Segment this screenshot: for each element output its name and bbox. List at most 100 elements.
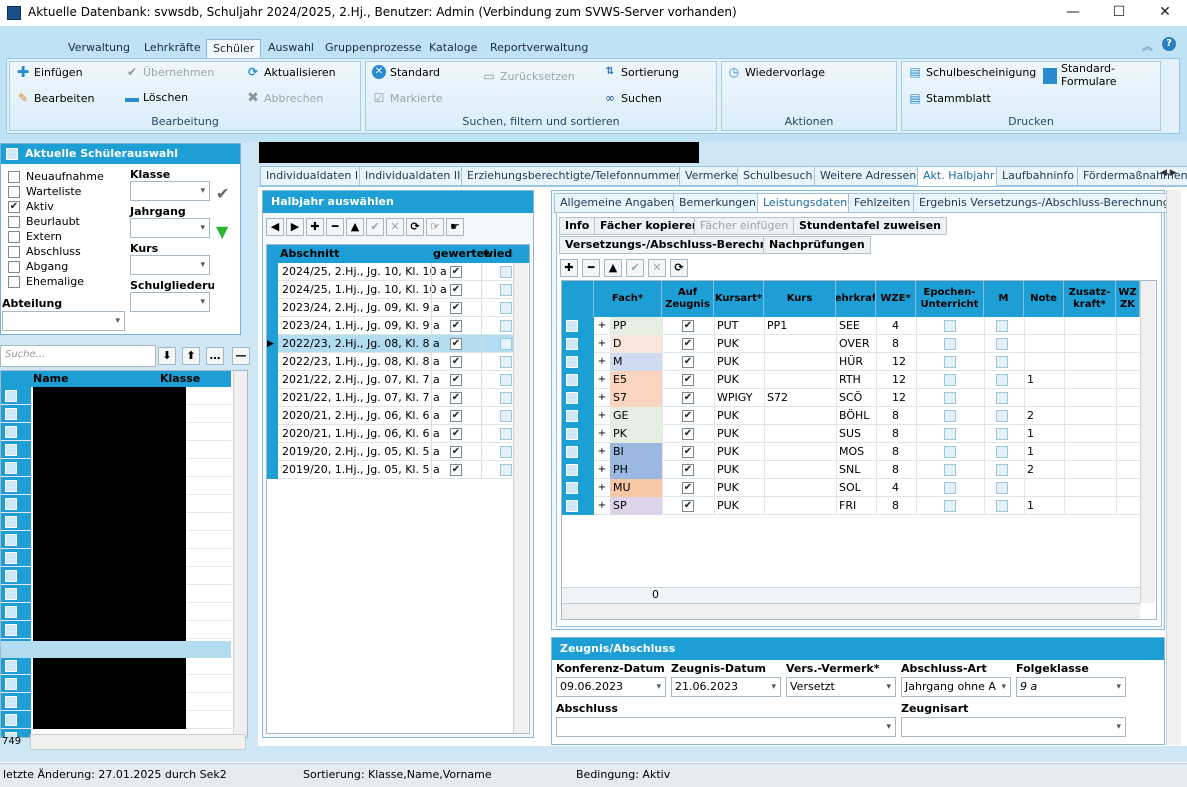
m-checkbox[interactable] — [996, 374, 1008, 386]
subtab-bemerkungen[interactable]: Bemerkungen — [673, 193, 763, 213]
gewertet-checkbox[interactable] — [450, 266, 462, 278]
plus-icon[interactable]: ✚ — [560, 259, 578, 277]
col-name[interactable]: Name — [33, 372, 69, 385]
checkbox[interactable] — [8, 200, 20, 213]
wiederholt-checkbox[interactable] — [500, 374, 512, 386]
lehrkraft-cell[interactable]: FRI — [839, 499, 856, 512]
note-cell[interactable]: 1 — [1027, 499, 1034, 512]
table-row[interactable]: 2024/25, 1.Hj., Jg. 10, Kl. 10 a — [267, 281, 513, 299]
wiedervorlage-button[interactable]: ◷ Wiedervorlage — [727, 65, 825, 79]
checkbox[interactable] — [8, 260, 20, 273]
wiederholt-checkbox[interactable] — [500, 356, 512, 368]
m-checkbox[interactable] — [996, 464, 1008, 476]
wiederholt-checkbox[interactable] — [500, 320, 512, 332]
table-row[interactable]: 2019/20, 1.Hj., Jg. 05, Kl. 5 a — [267, 461, 513, 479]
up-icon[interactable]: ▲ — [604, 259, 622, 277]
epochen-checkbox[interactable] — [944, 392, 956, 404]
checkbox[interactable] — [8, 185, 20, 198]
gewertet-checkbox[interactable] — [450, 464, 462, 476]
up-icon[interactable]: ▲ — [346, 218, 364, 236]
table-row[interactable]: +GE PUK BÖHL 8 2 — [562, 407, 1140, 425]
zeugnis-checkbox[interactable] — [682, 500, 694, 512]
col-fach[interactable]: Fach* — [594, 281, 662, 317]
status-warteliste[interactable]: Warteliste — [8, 185, 81, 198]
col-selector[interactable] — [562, 281, 594, 317]
bearbeiten-button[interactable]: ✎ Bearbeiten — [16, 91, 94, 105]
gewertet-checkbox[interactable] — [450, 284, 462, 296]
col-epochen[interactable]: Epochen- Unterricht — [916, 281, 984, 317]
expand-icon[interactable]: + — [595, 461, 609, 479]
expand-icon[interactable]: + — [595, 335, 609, 353]
m-checkbox[interactable] — [996, 500, 1008, 512]
table-row[interactable]: 2019/20, 2.Hj., Jg. 05, Kl. 5 a — [267, 443, 513, 461]
table-row[interactable]: ▶ 2022/23, 2.Hj., Jg. 08, Kl. 8 a — [267, 335, 513, 353]
tab-erziehungsberechtigte-telefonnummern[interactable]: Erziehungsberechtigte/Telefonnummern — [461, 166, 694, 186]
menu-tab-schüler[interactable]: Schüler — [206, 39, 262, 59]
note-cell[interactable]: 2 — [1027, 409, 1034, 422]
expand-icon[interactable]: + — [595, 407, 609, 425]
fach-cell[interactable]: GE — [610, 407, 662, 425]
epochen-checkbox[interactable] — [944, 446, 956, 458]
zeugnis-checkbox[interactable] — [682, 446, 694, 458]
tabs-scroll-icon[interactable]: ◀ ▶ — [1160, 168, 1177, 178]
epochen-checkbox[interactable] — [944, 320, 956, 332]
zeugnis-checkbox[interactable] — [682, 428, 694, 440]
collapse-ribbon-icon[interactable]: ︽ — [1142, 38, 1153, 54]
main-scrollbar[interactable] — [1166, 190, 1181, 745]
tab-akt-halbjahr[interactable]: Akt. Halbjahr — [917, 166, 1001, 186]
m-checkbox[interactable] — [996, 482, 1008, 494]
wiederholt-checkbox[interactable] — [500, 464, 512, 476]
kurs-cell[interactable]: S72 — [767, 391, 788, 404]
zeugnis-checkbox[interactable] — [682, 356, 694, 368]
hand-right-icon[interactable]: ☛ — [446, 218, 464, 236]
gewertet-checkbox[interactable] — [450, 446, 462, 458]
m-checkbox[interactable] — [996, 392, 1008, 404]
wiederholt-checkbox[interactable] — [500, 266, 512, 278]
search-field[interactable]: Suche... — [0, 345, 156, 367]
m-checkbox[interactable] — [996, 410, 1008, 422]
zeugnis-checkbox[interactable] — [682, 374, 694, 386]
col-gewertet[interactable]: gewertet — [433, 247, 489, 260]
lehrkraft-cell[interactable]: MOS — [839, 445, 864, 458]
klasse-combo[interactable] — [130, 181, 210, 201]
wze-cell[interactable]: 8 — [892, 409, 899, 422]
standard-filter-button[interactable]: ✕ Standard — [372, 65, 440, 79]
subtab-fehlzeiten[interactable]: Fehlzeiten — [848, 193, 917, 213]
m-checkbox[interactable] — [996, 338, 1008, 350]
expand-icon[interactable]: + — [595, 479, 609, 497]
standard-formulare-button[interactable]: Standard- Formulare — [1061, 62, 1117, 88]
schueler-scrollbar[interactable] — [233, 371, 247, 737]
check-icon[interactable]: ✔ — [626, 259, 644, 277]
zeugnisart-combo[interactable] — [901, 717, 1126, 737]
lehrkraft-cell[interactable]: SEE — [839, 319, 860, 332]
halbjahr-scrollbar[interactable] — [513, 263, 528, 733]
gewertet-checkbox[interactable] — [450, 338, 462, 350]
status-abschluss[interactable]: Abschluss — [8, 245, 81, 258]
collapse-button[interactable]: — — [232, 347, 250, 365]
schulbescheinigung-button[interactable]: ▤ Schulbescheinigung — [908, 65, 1036, 79]
folgeklasse-combo[interactable]: 9 a — [1016, 677, 1126, 697]
tab-vermerke[interactable]: Vermerke — [679, 166, 744, 186]
apply-check-icon[interactable]: ✔ — [216, 184, 229, 203]
leistung-hscrollbar[interactable] — [562, 603, 1140, 619]
table-row[interactable]: +SP PUK FRI 8 1 — [562, 497, 1140, 515]
kursart-cell[interactable]: PUK — [717, 409, 739, 422]
subtab-leistungsdaten[interactable]: Leistungsdaten — [757, 193, 854, 213]
lehrkraft-cell[interactable]: SOL — [839, 481, 861, 494]
checkbox[interactable] — [8, 215, 20, 228]
table-row[interactable]: 2023/24, 1.Hj., Jg. 09, Kl. 9 a — [267, 317, 513, 335]
wiederholt-checkbox[interactable] — [500, 284, 512, 296]
refresh-icon[interactable]: ⟳ — [406, 218, 424, 236]
col-zusatzkraft[interactable]: Zusatz-kraft* — [1064, 281, 1116, 317]
zeugnis-checkbox[interactable] — [682, 464, 694, 476]
wiederholt-checkbox[interactable] — [500, 302, 512, 314]
einfuegen-button[interactable]: ✚ Einfügen — [16, 65, 83, 80]
checkbox[interactable] — [8, 245, 20, 258]
x-icon[interactable]: ✕ — [648, 259, 666, 277]
expand-icon[interactable]: + — [595, 371, 609, 389]
wiederholt-checkbox[interactable] — [500, 392, 512, 404]
minus-icon[interactable]: ━ — [582, 259, 600, 277]
fach-cell[interactable]: PP — [610, 317, 662, 335]
loeschen-button[interactable]: Löschen — [125, 91, 188, 104]
zeugnis-date[interactable]: 21.06.2023 — [671, 677, 781, 697]
